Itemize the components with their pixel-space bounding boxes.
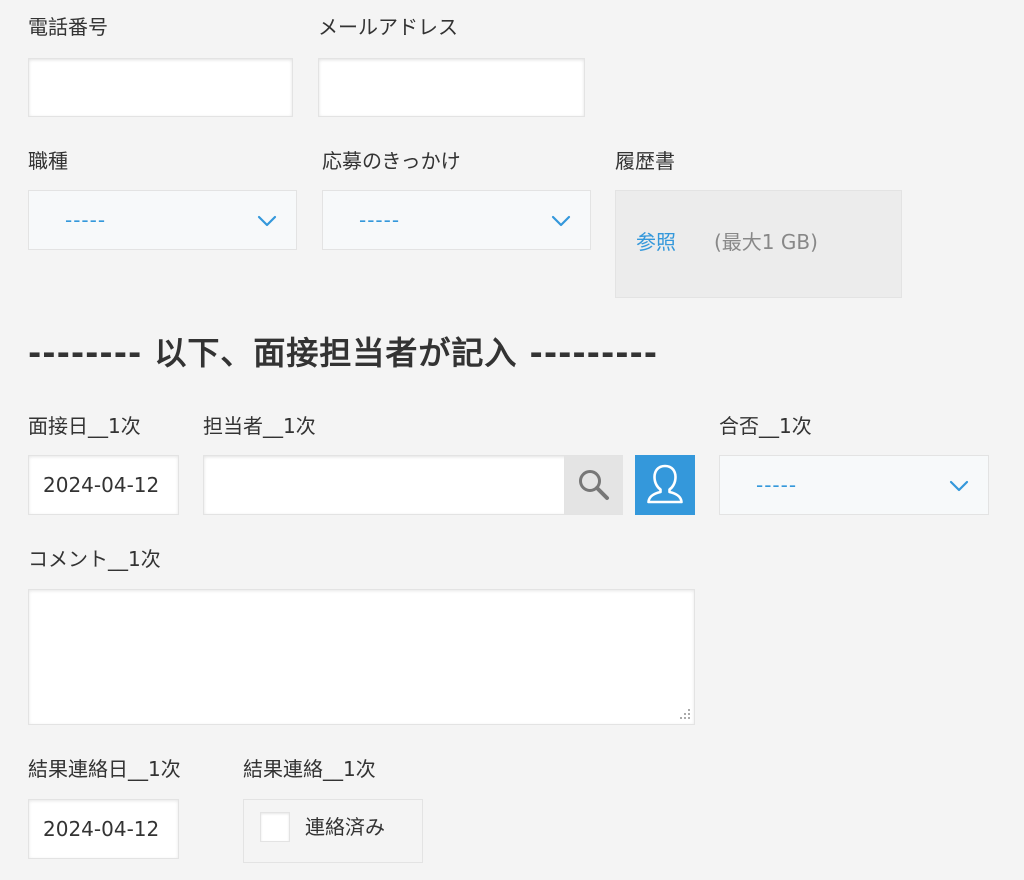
result-select[interactable]: ----- [719,455,989,515]
resume-label: 履歴書 [615,149,675,173]
job-type-select[interactable]: ----- [28,190,297,250]
interviewer-user-picker-button[interactable] [635,455,695,515]
contact-checkbox-group: 連絡済み [243,799,423,863]
result-select-value: ----- [756,473,798,497]
chevron-down-icon [551,215,571,227]
interview-date-label: 面接日__1次 [28,414,141,438]
resume-browse-link[interactable]: 参照 [636,230,676,254]
interviewer-input[interactable] [203,455,623,515]
resize-grip-icon[interactable] [676,706,692,722]
contact-date-input[interactable]: 2024-04-12 [28,799,179,859]
interviewer-label: 担当者__1次 [203,414,316,438]
form-canvas: 電話番号 メールアドレス 職種 ----- 応募のきっかけ ----- 履歴書 … [0,0,1024,880]
job-type-select-value: ----- [65,208,107,232]
result-label: 合否__1次 [719,414,812,438]
interview-date-input[interactable]: 2024-04-12 [28,455,179,515]
contact-label: 結果連絡__1次 [243,757,376,781]
trigger-select[interactable]: ----- [322,190,591,250]
contact-date-label: 結果連絡日__1次 [28,757,181,781]
comment-label: コメント__1次 [28,547,161,571]
trigger-select-value: ----- [359,208,401,232]
email-input[interactable] [318,58,585,117]
chevron-down-icon [257,215,277,227]
contact-done-checkbox[interactable] [260,812,290,842]
user-icon [647,464,683,504]
interviewer-search-button[interactable] [564,456,623,514]
phone-label: 電話番号 [28,15,108,39]
search-icon [579,470,609,500]
job-type-label: 職種 [28,149,68,173]
interviewer-section-heading: -------- 以下、面接担当者が記入 --------- [28,334,659,372]
chevron-down-icon [949,480,969,492]
resume-upload-area[interactable]: 参照 (最大1 GB) [615,190,902,298]
comment-textarea[interactable] [28,589,695,725]
contact-done-label[interactable]: 連絡済み [305,815,385,839]
trigger-label: 応募のきっかけ [322,149,461,173]
email-label: メールアドレス [318,15,458,39]
resume-max-size: (最大1 GB) [714,230,818,254]
phone-input[interactable] [28,58,293,117]
